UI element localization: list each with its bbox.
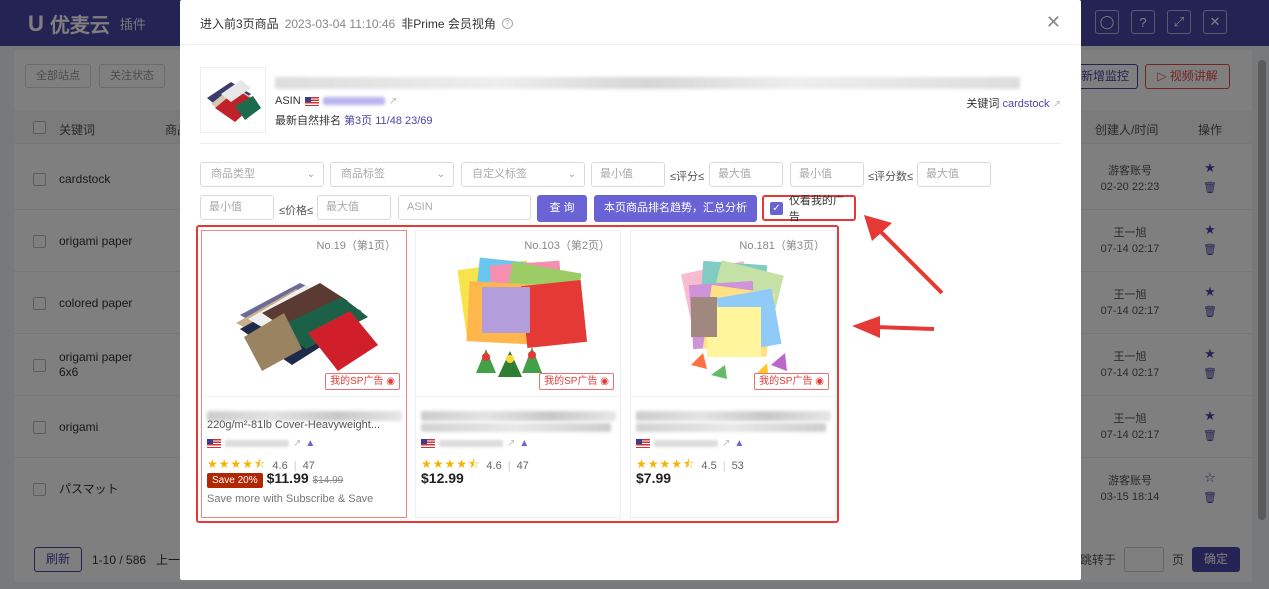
price-label: ≤价格≤ [279,205,314,217]
list-price: $14.99 [312,475,344,486]
asin-search-input[interactable]: ASIN [398,195,531,220]
page-scrollbar[interactable] [1258,60,1266,520]
reviews-label: ≤评分数≤ [868,171,914,183]
keyword-link[interactable]: cardstock [1002,98,1049,110]
trend-chart-icon: ▲ [305,438,316,449]
external-link-icon[interactable]: ↗ [389,96,397,107]
my-sp-ad-badge: 我的SP广告 ◉ [539,373,614,390]
my-ads-only-toggle[interactable]: ✓ 仅看我的广告 [762,195,856,223]
keyword-row: 关键词 cardstock ↗ [966,98,1061,110]
us-flag-icon [304,96,319,106]
modal-title: 进入前3页商品 [200,17,279,31]
modal-datetime: 2023-03-04 11:10:46 [284,16,396,31]
card-title-blurred-2 [636,423,826,432]
rating-max-input[interactable]: 最大值 [709,162,783,187]
external-link-icon: ↗ [507,438,516,449]
price: $11.99 [266,470,309,486]
rating-label: ≤评分≤ [670,171,705,183]
product-card[interactable]: No.181（第3页） 我的SP广告 ◉ ↗ ▲ ★★★★⯪ 4.5 | 53 $7.9… [630,230,836,518]
product-card[interactable]: No.19（第1页） 我的SP广告 ◉ 220g/m²-81lb Cover-H… [201,230,407,518]
modal-header: 进入前3页商品 2023-03-04 11:10:46 非Prime 会员视角 … [200,15,513,32]
custom-tag-select[interactable]: 自定义标签 ⌄ [461,162,585,187]
price-row: Save 20% $11.99 $14.99 [207,470,343,488]
reviews-min-input[interactable]: 最小值 [790,162,864,187]
query-button[interactable]: 查 询 [537,195,587,222]
card-rank: No.19（第1页） [316,240,396,252]
product-thumbnail[interactable] [200,67,266,133]
price-max-input[interactable]: 最大值 [317,195,391,220]
reviews-max-input[interactable]: 最大值 [917,162,991,187]
card-title-visible[interactable]: 220g/m²-81lb Cover-Heavyweight... [207,419,402,431]
my-sp-ad-badge: 我的SP广告 ◉ [325,373,400,390]
checkbox-checked-icon[interactable]: ✓ [770,201,783,215]
us-flag-icon [636,439,650,448]
product-tag-select[interactable]: 商品标签 ⌄ [330,162,454,187]
organic-rank-row: 最新自然排名 第3页 11/48 23/69 [275,115,433,127]
annotation-arrow-up [864,215,944,295]
card-rank: No.181（第3页） [739,240,825,252]
asin-blurred [654,440,718,447]
my-sp-ad-badge: 我的SP广告 ◉ [754,373,829,390]
chevron-down-icon: ⌄ [436,169,445,180]
subscribe-save-text: Save more with Subscribe & Save [207,493,374,505]
save-badge: Save 20% [207,473,263,488]
external-link-icon: ↗ [722,438,731,449]
price-min-input[interactable]: 最小值 [200,195,274,220]
us-flag-icon [207,439,221,448]
external-link-icon[interactable]: ↗ [1053,99,1061,110]
asin-row: ASIN ↗ [275,95,398,107]
modal-close-icon[interactable]: ✕ [1046,12,1061,33]
trend-chart-icon: ▲ [519,438,530,449]
annotation-arrow-left [852,316,935,338]
trend-chart-icon: ▲ [734,438,745,449]
card-title-blurred [421,411,616,421]
product-title-blurred [275,77,1020,89]
product-image[interactable] [651,253,817,393]
price: $12.99 [421,470,464,486]
chevron-down-icon: ⌄ [306,169,315,180]
question-icon[interactable]: ? [501,18,513,29]
product-image[interactable] [222,253,388,393]
product-card[interactable]: No.103（第2页） 我的SP广告 ◉ ↗ ▲ ★★★★⯪ 4.6 | 47 $ [415,230,621,518]
rank-value-link[interactable]: 第3页 11/48 23/69 [344,115,432,127]
asin-link-blurred[interactable] [322,97,385,105]
product-type-select[interactable]: 商品类型 ⌄ [200,162,324,187]
card-rank: No.103（第2页） [524,240,610,252]
eye-icon: ◉ [815,376,824,387]
price-row: $7.99 [636,470,671,486]
eye-icon: ◉ [600,376,609,387]
rating-min-input[interactable]: 最小值 [591,162,665,187]
product-image[interactable] [436,253,602,393]
eye-icon: ◉ [386,376,395,387]
price-row: $12.99 [421,470,464,486]
asin-blurred [439,440,503,447]
price: $7.99 [636,470,672,486]
external-link-icon: ↗ [293,438,302,449]
card-title-blurred-2 [421,423,611,432]
modal-view-mode: 非Prime 会员视角 [401,17,496,31]
asin-blurred [225,440,289,447]
chevron-down-icon: ⌄ [567,169,576,180]
card-title-blurred [636,411,831,421]
rank-trend-analysis-button[interactable]: 本页商品排名趋势，汇总分析 [594,195,757,222]
us-flag-icon [421,439,435,448]
